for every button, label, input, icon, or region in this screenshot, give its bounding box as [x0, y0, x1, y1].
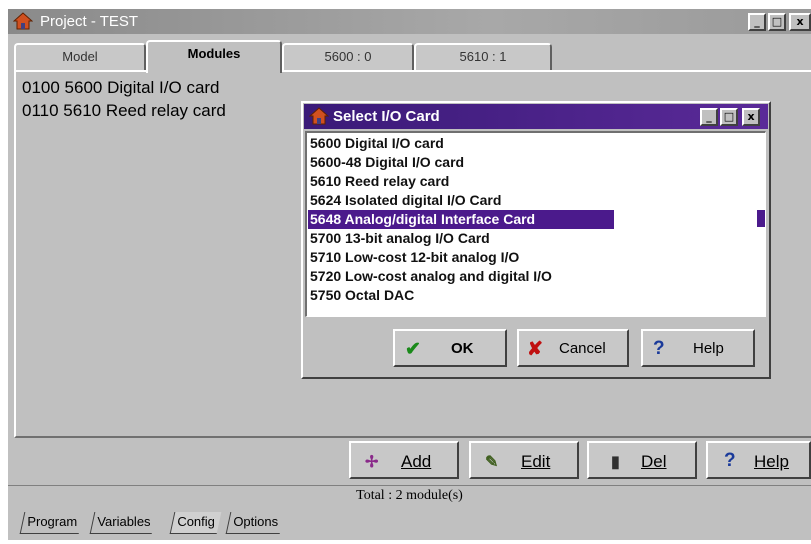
- tab-5600[interactable]: 5600 : 0: [282, 43, 414, 71]
- help-button[interactable]: ? Help: [706, 441, 811, 479]
- status-bar: Total : 2 module(s): [8, 485, 811, 505]
- tab-variables-label: Variables: [97, 514, 151, 529]
- add-sparkle-icon: ✢: [365, 454, 379, 471]
- module-item[interactable]: 0100 5600 Digital I/O card: [22, 78, 220, 98]
- tab-program[interactable]: Program: [19, 512, 84, 534]
- tab-modules[interactable]: Modules: [146, 40, 282, 73]
- close-button[interactable]: x: [789, 13, 811, 31]
- check-icon: ✔: [405, 339, 421, 360]
- dialog-close-button[interactable]: x: [742, 108, 760, 126]
- card-item[interactable]: 5600-48 Digital I/O card: [308, 153, 748, 172]
- module-item[interactable]: 0110 5610 Reed relay card: [22, 101, 226, 121]
- card-item-selected[interactable]: 5648 Analog/digital Interface Card: [308, 210, 614, 229]
- tab-options[interactable]: Options: [225, 512, 285, 534]
- help-dialog-button[interactable]: ? Help: [641, 329, 755, 367]
- window-title: Project - TEST: [40, 13, 139, 30]
- edit-label: Edit: [521, 452, 551, 471]
- x-icon: ✘: [527, 339, 543, 360]
- tab-model[interactable]: Model: [14, 43, 146, 71]
- card-item[interactable]: 5624 Isolated digital I/O Card: [308, 191, 748, 210]
- tab-options-label: Options: [233, 514, 279, 529]
- dialog-maximize-button[interactable]: □: [720, 108, 738, 126]
- del-button[interactable]: ▮ Del: [587, 441, 697, 479]
- add-button[interactable]: ✢ Add: [349, 441, 459, 479]
- edit-button[interactable]: ✎ Edit: [469, 441, 579, 479]
- question-icon: ?: [724, 450, 736, 471]
- ok-button[interactable]: ✔ OK: [393, 329, 507, 367]
- help-dialog-label: Help: [693, 340, 724, 357]
- ok-label: OK: [451, 340, 474, 357]
- del-label: Del: [641, 452, 667, 471]
- maximize-button[interactable]: □: [768, 13, 786, 31]
- tab-variables[interactable]: Variables: [89, 512, 157, 534]
- help-label: Help: [754, 452, 789, 471]
- app-house-icon: [12, 12, 34, 30]
- cancel-button[interactable]: ✘ Cancel: [517, 329, 629, 367]
- edit-icon: ✎: [485, 454, 499, 471]
- dialog-minimize-button[interactable]: _: [700, 108, 718, 126]
- cancel-label: Cancel: [559, 340, 606, 357]
- dialog-house-icon: [308, 107, 330, 125]
- add-label: Add: [401, 452, 432, 471]
- tab-program-label: Program: [27, 514, 78, 529]
- dialog-title: Select I/O Card: [333, 108, 440, 125]
- tab-5610[interactable]: 5610 : 1: [414, 43, 552, 71]
- card-item[interactable]: 5600 Digital I/O card: [308, 134, 748, 153]
- card-item[interactable]: 5720 Low-cost analog and digital I/O: [308, 267, 748, 286]
- tab-config-label: Config: [177, 514, 215, 529]
- card-item[interactable]: 5750 Octal DAC: [308, 286, 748, 305]
- list-scroll-indicator[interactable]: [757, 210, 765, 227]
- trash-icon: ▮: [611, 454, 620, 471]
- card-item[interactable]: 5610 Reed relay card: [308, 172, 748, 191]
- card-item[interactable]: 5710 Low-cost 12-bit analog I/O: [308, 248, 748, 267]
- card-item[interactable]: 5700 13-bit analog I/O Card: [308, 229, 748, 248]
- minimize-button[interactable]: _: [748, 13, 766, 31]
- tab-config[interactable]: Config: [169, 512, 221, 534]
- question-icon: ?: [653, 338, 665, 359]
